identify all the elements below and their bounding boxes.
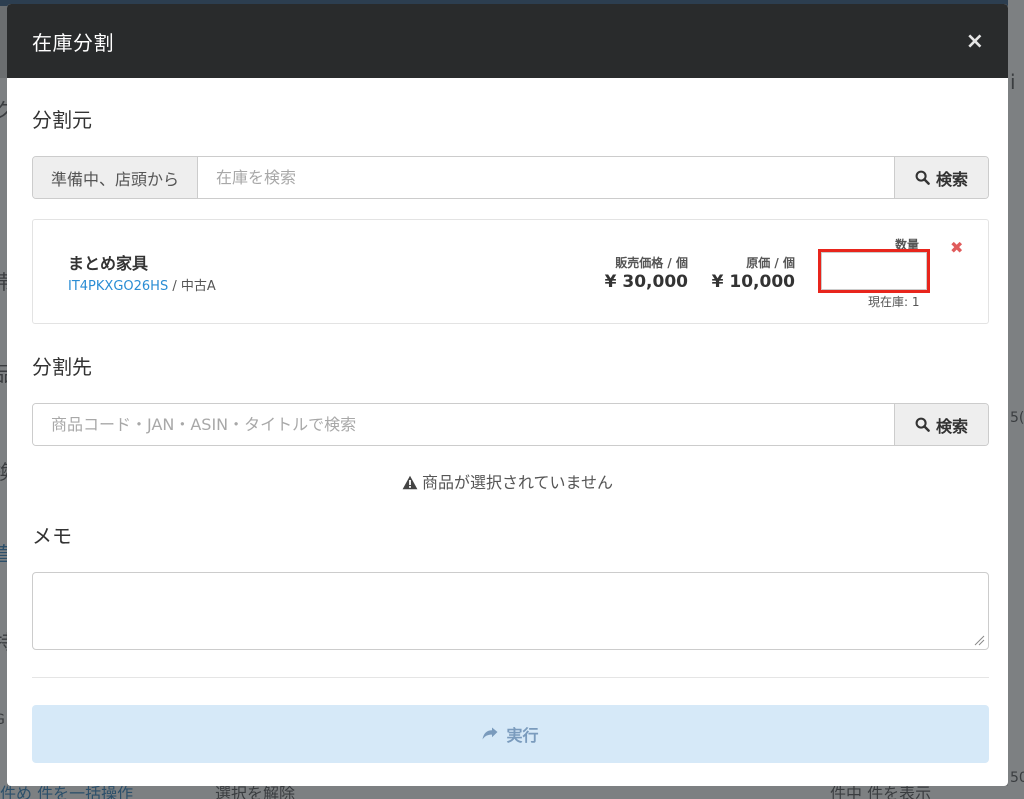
item-condition: 中古A	[180, 279, 216, 294]
background-text: 50	[1010, 770, 1024, 786]
sale-price-value: ¥ 30,000	[604, 272, 688, 292]
remove-item-icon[interactable]: ✖	[950, 238, 963, 257]
modal-header: 在庫分割 ×	[7, 4, 1008, 78]
source-section-title: 分割元	[32, 108, 92, 132]
search-icon	[915, 170, 930, 185]
quantity-input[interactable]	[821, 252, 927, 290]
source-search-input[interactable]	[198, 157, 894, 198]
quantity-input-highlight	[818, 249, 930, 293]
background-left-strip: ク 帯 品 換 直 特 G	[0, 78, 7, 799]
resize-grip-icon[interactable]	[973, 634, 985, 646]
destination-search-input[interactable]	[33, 404, 894, 445]
run-button[interactable]: 実行	[32, 705, 989, 763]
memo-section-title: メモ	[32, 524, 72, 548]
sale-price-label: 販売価格 / 個	[615, 256, 688, 270]
background-text: 換	[0, 456, 7, 485]
divider	[32, 677, 989, 678]
run-button-label: 実行	[506, 728, 539, 745]
item-name: まとめ家具	[68, 254, 149, 273]
background-text: G	[0, 712, 5, 728]
background-text: 5(	[1010, 410, 1024, 426]
source-filter-addon: 準備中、店頭から	[33, 157, 199, 198]
modal-title: 在庫分割	[32, 30, 114, 55]
current-stock: 現在庫: 1	[868, 295, 920, 309]
no-product-warning: 商品が選択されていません	[7, 469, 1008, 493]
background-text: 特	[0, 626, 7, 655]
cost-price-label: 原価 / 個	[746, 256, 795, 270]
memo-textarea[interactable]	[32, 572, 989, 650]
no-product-message: 商品が選択されていません	[421, 473, 614, 492]
source-search-button[interactable]: 検索	[894, 157, 988, 198]
item-code-link[interactable]: IT4PKXGO26HS	[68, 279, 168, 294]
split-stock-modal: 在庫分割 × 分割元 準備中、店頭から 検索 まとめ家具 IT4PKXGO26H…	[7, 4, 1008, 786]
source-search-button-label: 検索	[935, 169, 968, 189]
destination-search-button-label: 検索	[935, 416, 968, 436]
source-search-group: 準備中、店頭から 検索	[32, 156, 989, 199]
share-arrow-icon	[482, 727, 498, 740]
destination-search-group: 検索	[32, 403, 989, 446]
item-subline: IT4PKXGO26HS / 中古A	[68, 275, 216, 294]
background-right-strip: i 5( 50	[1008, 0, 1024, 799]
background-text: 帯	[0, 266, 7, 295]
close-icon[interactable]: ×	[966, 29, 984, 54]
background-text: 品	[0, 358, 7, 387]
destination-search-button[interactable]: 検索	[894, 404, 988, 445]
item-separator: /	[168, 279, 181, 294]
destination-section-title: 分割先	[32, 355, 92, 379]
cost-price-value: ¥ 10,000	[711, 272, 795, 292]
background-bottom-strip: 件め 件を一括操作 選択を解除 件中 件を表示	[0, 784, 1024, 799]
search-icon	[915, 417, 930, 432]
source-item-card: まとめ家具 IT4PKXGO26HS / 中古A 販売価格 / 個 ¥ 30,0…	[32, 219, 989, 324]
background-text: ク	[0, 94, 7, 123]
background-text: 直	[0, 538, 7, 567]
warning-icon	[402, 475, 418, 490]
background-text: i	[1010, 70, 1016, 94]
